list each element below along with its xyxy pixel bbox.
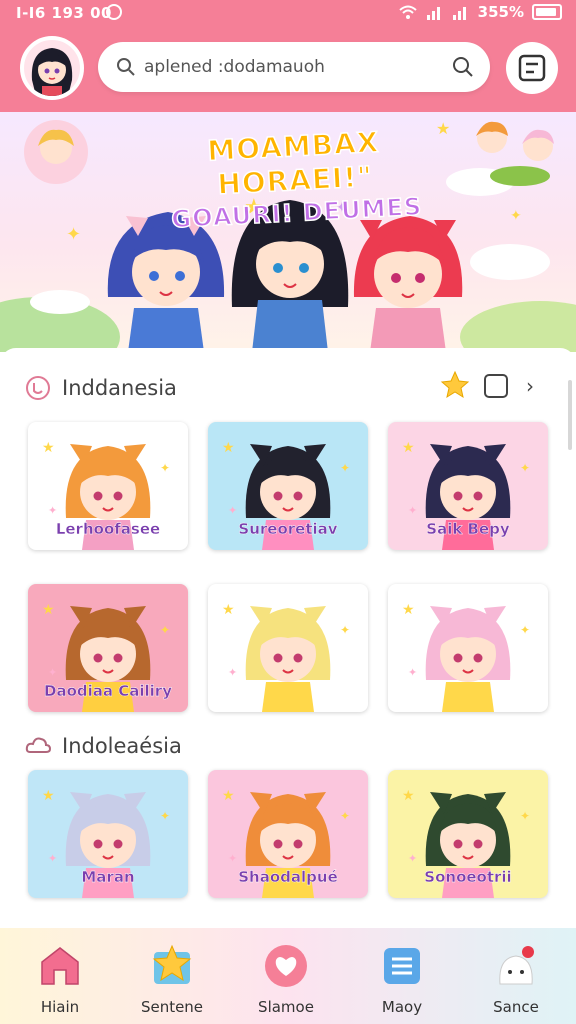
list-icon — [380, 944, 424, 988]
section-header-1: Inddanesia — [24, 368, 177, 408]
svg-text:★: ★ — [222, 440, 235, 456]
content-panel: Inddanesia › ★ ✦ ✦ Lerhoofasee ★ ✦ ✦ Sur… — [0, 348, 576, 928]
svg-text:✦: ✦ — [228, 504, 237, 517]
heart-icon — [264, 944, 308, 988]
section-title-1: Inddanesia — [62, 376, 177, 400]
nav-item[interactable]: Sance — [466, 938, 566, 1020]
app-header: I-I6 193 00 355% — [0, 0, 576, 112]
card-grid-2: ★ ✦ ✦ Maran ★ ✦ ✦ Shaodalpué ★ ✦ ✦ Sonoe… — [28, 770, 550, 898]
nav-label: Slamoe — [258, 998, 314, 1016]
character-illustration: ★ ✦ ✦ — [222, 602, 350, 712]
card-label: Maran — [81, 868, 135, 886]
card-label: Daodiaa Cailiry — [44, 682, 172, 700]
svg-text:✦: ✦ — [340, 461, 350, 475]
svg-text:✦: ✦ — [520, 461, 530, 475]
svg-text:✦: ✦ — [520, 809, 530, 823]
svg-text:✦: ✦ — [48, 666, 57, 679]
svg-text:✦: ✦ — [228, 666, 237, 679]
nav-item[interactable]: Slamoe — [236, 938, 336, 1020]
card-label: Sonoeotrii — [424, 868, 512, 886]
character-card[interactable]: ★ ✦ ✦ Saik Bepy — [388, 422, 548, 550]
character-card[interactable]: ★ ✦ ✦ Sureoretiav — [208, 422, 368, 550]
status-bar: I-I6 193 00 355% — [0, 0, 576, 26]
card-label: Shaodalpué — [238, 868, 338, 886]
section-header-2: Indoleaésia — [24, 726, 182, 766]
battery-percent: 355% — [477, 3, 524, 21]
card-label: Saik Bepy — [426, 520, 510, 538]
chevron-right-icon[interactable]: › — [526, 374, 534, 398]
search-input[interactable] — [144, 52, 434, 82]
svg-text:★: ★ — [222, 788, 235, 804]
svg-text:✦: ✦ — [160, 461, 170, 475]
svg-text:✦: ✦ — [340, 809, 350, 823]
svg-text:✦: ✦ — [510, 208, 522, 224]
svg-text:✦: ✦ — [160, 809, 170, 823]
svg-text:✦: ✦ — [340, 623, 350, 637]
section-logo-icon — [26, 376, 50, 400]
character-card[interactable]: ★ ✦ ✦ Daodiaa Cailiry — [28, 584, 188, 712]
card-label: Lerhoofasee — [55, 520, 161, 538]
signal-icon — [426, 7, 440, 20]
character-card[interactable]: ★ ✦ ✦ — [388, 584, 548, 712]
svg-text:✦: ✦ — [160, 623, 170, 637]
svg-text:★: ★ — [402, 440, 415, 456]
battery-icon — [532, 4, 562, 20]
favorite-star-icon[interactable] — [440, 370, 470, 400]
notification-icon — [106, 4, 122, 20]
svg-text:✦: ✦ — [228, 852, 237, 865]
cloud-icon — [25, 737, 52, 753]
bottom-navigation: Hiain Sentene Slamoe Maoy Sance — [0, 928, 576, 1024]
star-icon — [150, 944, 194, 988]
svg-text:✦: ✦ — [520, 623, 530, 637]
svg-text:★: ★ — [222, 602, 235, 618]
nav-label: Sance — [493, 998, 539, 1016]
character-illustration: ★ ✦ ✦ — [402, 602, 530, 712]
home-icon — [38, 944, 82, 988]
search-icon — [117, 58, 135, 76]
character-card[interactable]: ★ ✦ ✦ — [208, 584, 368, 712]
avatar[interactable] — [20, 36, 84, 100]
banner-title: MOAMBAX HORAEI!" GOAURI! DEUMES — [158, 123, 433, 235]
character-card[interactable]: ★ ✦ ✦ Maran — [28, 770, 188, 898]
status-time: I-I6 193 00 — [16, 4, 112, 22]
nav-label: Sentene — [140, 998, 204, 1016]
svg-text:★: ★ — [436, 119, 450, 138]
scrollbar[interactable] — [568, 380, 572, 450]
svg-text:✦: ✦ — [408, 504, 417, 517]
character-card[interactable]: ★ ✦ ✦ Sonoeotrii — [388, 770, 548, 898]
svg-text:★: ★ — [402, 788, 415, 804]
svg-text:✦: ✦ — [66, 224, 81, 245]
search-submit-icon[interactable] — [452, 56, 474, 78]
svg-text:✦: ✦ — [48, 504, 57, 517]
svg-text:✦: ✦ — [408, 666, 417, 679]
scan-icon — [518, 54, 546, 82]
card-label: Sureoretiav — [238, 520, 338, 538]
character-card[interactable]: ★ ✦ ✦ Lerhoofasee — [28, 422, 188, 550]
nav-item[interactable]: Maoy — [352, 938, 452, 1020]
grid-view-icon[interactable] — [484, 374, 508, 398]
svg-text:★: ★ — [42, 440, 55, 456]
search-bar[interactable] — [98, 42, 490, 92]
card-grid-1: ★ ✦ ✦ Lerhoofasee ★ ✦ ✦ Sureoretiav ★ ✦ … — [28, 422, 550, 712]
nav-item[interactable]: Sentene — [122, 938, 222, 1020]
svg-text:★: ★ — [42, 602, 55, 618]
svg-text:★: ★ — [42, 788, 55, 804]
wifi-icon — [398, 5, 417, 19]
character-card[interactable]: ★ ✦ ✦ Shaodalpué — [208, 770, 368, 898]
scan-button[interactable] — [506, 42, 558, 94]
nav-item[interactable]: Hiain — [10, 938, 110, 1020]
signal-icon-2 — [452, 7, 466, 20]
svg-text:✦: ✦ — [48, 852, 57, 865]
svg-text:✦: ✦ — [408, 852, 417, 865]
svg-text:★: ★ — [402, 602, 415, 618]
mascot-icon — [494, 944, 538, 988]
section-title-2: Indoleaésia — [62, 734, 182, 758]
hero-banner[interactable]: ★ ✦ ★ ✦ ✦ MOAMBAX HORAEI!" GOAURI! DEUME… — [0, 112, 576, 352]
nav-label: Maoy — [381, 998, 423, 1016]
nav-label: Hiain — [40, 998, 80, 1016]
